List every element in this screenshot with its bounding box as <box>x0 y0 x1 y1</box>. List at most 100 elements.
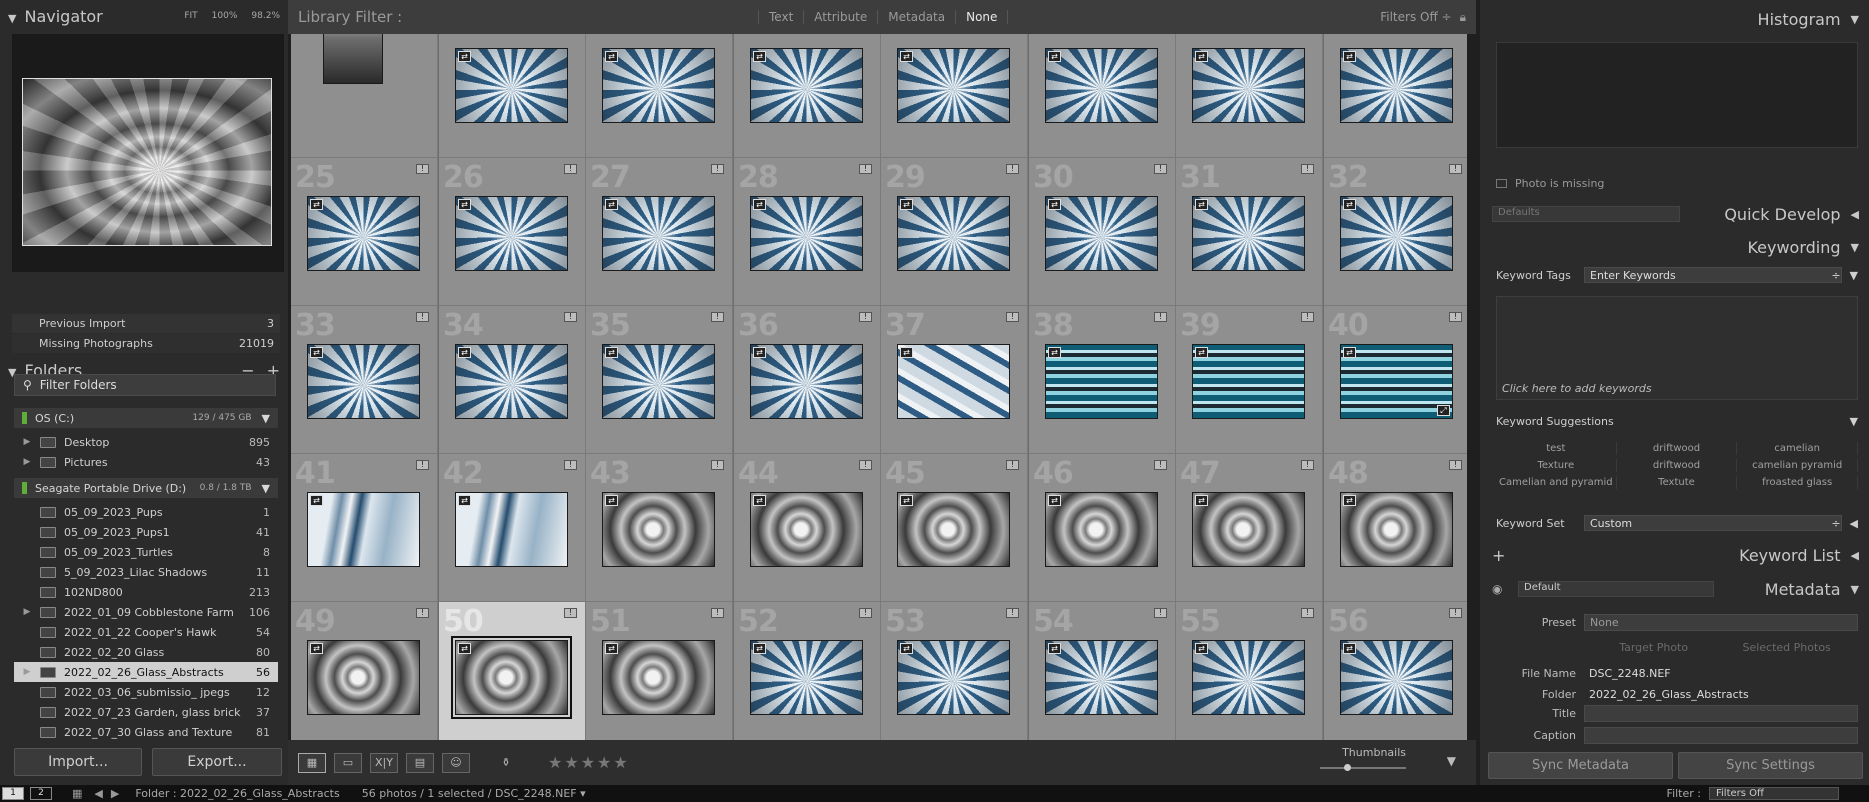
grid-cell[interactable]: 34! ⇄ <box>439 306 586 454</box>
status-filter-select[interactable]: Filters Off <box>1709 787 1839 800</box>
virtual-copy-icon[interactable]: ⇄ <box>900 495 913 506</box>
virtual-copy-icon[interactable]: ⇄ <box>1195 51 1208 62</box>
title-field[interactable] <box>1584 704 1858 722</box>
virtual-copy-icon[interactable]: ⇄ <box>458 643 471 654</box>
folder-item[interactable]: 5_09_2023_Lilac Shadows 11 <box>14 562 278 582</box>
virtual-copy-icon[interactable]: ⇄ <box>1048 347 1061 358</box>
virtual-copy-icon[interactable]: ⇄ <box>310 199 323 210</box>
grid-cell[interactable]: 29! ⇄ <box>881 158 1028 306</box>
grid-cell[interactable]: !⇄ <box>439 34 586 158</box>
photo-thumbnail[interactable]: ⇄ <box>1045 196 1158 271</box>
chevron-down-icon[interactable]: ▼ <box>262 412 270 425</box>
keywording-header[interactable]: Keywording ▼ <box>1480 232 1869 262</box>
metadata-warning-icon[interactable]: ! <box>1006 312 1019 322</box>
photo-thumbnail[interactable]: ⇄ <box>1340 48 1453 123</box>
folder-item[interactable]: 05_09_2023_Pups1 41 <box>14 522 278 542</box>
virtual-copy-icon[interactable]: ⇄ <box>458 347 471 358</box>
loupe-view-icon[interactable]: ▭ <box>334 752 362 773</box>
virtual-copy-icon[interactable]: ⇄ <box>900 199 913 210</box>
virtual-copy-icon[interactable]: ⇄ <box>310 495 323 506</box>
collapse-triangle-icon[interactable]: ▼ <box>1851 583 1859 596</box>
metadata-warning-icon[interactable]: ! <box>1154 312 1167 322</box>
rating-stars[interactable]: ★★★★★ <box>548 753 630 772</box>
photo-thumbnail[interactable]: ⇄ <box>1192 48 1305 123</box>
collapse-triangle-icon[interactable]: ◀ <box>1851 208 1859 221</box>
status-summary[interactable]: 56 photos / 1 selected / DSC_2248.NEF ▾ <box>362 787 586 800</box>
keyword-suggestion[interactable]: Textute <box>1617 476 1738 489</box>
virtual-copy-icon[interactable]: ⇄ <box>1195 347 1208 358</box>
crop-badge-icon[interactable]: ⤢ <box>1437 405 1450 416</box>
metadata-warning-icon[interactable]: ! <box>1301 164 1314 174</box>
grid-cell[interactable]: 36! ⇄ <box>734 306 881 454</box>
grid-cell[interactable]: 35! ⇄ <box>586 306 733 454</box>
navigator-preview[interactable] <box>12 34 284 272</box>
keyword-suggestions-row[interactable]: Keyword Suggestions ▼ <box>1496 409 1858 433</box>
grid-cell[interactable]: 53! ⇄ <box>881 602 1028 740</box>
keyword-set-select[interactable]: Custom ÷ <box>1584 515 1842 531</box>
folder-item[interactable]: ▶ 2022_02_26_Glass_Abstracts 56 <box>14 662 278 682</box>
expand-triangle-icon[interactable]: ▶ <box>20 457 34 467</box>
grid-cell[interactable]: 38! ⇄ <box>1029 306 1176 454</box>
virtual-copy-icon[interactable]: ⇄ <box>1048 199 1061 210</box>
grid-cell[interactable]: 49! ⇄ <box>291 602 438 740</box>
metadata-warning-icon[interactable]: ! <box>1006 460 1019 470</box>
photo-thumbnail[interactable]: ⇄ <box>897 640 1010 715</box>
grid-cell[interactable]: 47! ⇄ <box>1176 454 1323 602</box>
photo-thumbnail[interactable]: ⇄ <box>750 48 863 123</box>
photo-thumbnail[interactable]: ⇄ <box>602 492 715 567</box>
virtual-copy-icon[interactable]: ⇄ <box>753 643 766 654</box>
toolbar-menu-chevron-icon[interactable]: ▼ <box>1447 754 1456 768</box>
photo-thumbnail[interactable]: ⇄ <box>307 640 420 715</box>
grid-cell[interactable]: 28! ⇄ <box>734 158 881 306</box>
expand-triangle-icon[interactable]: ▶ <box>20 437 34 447</box>
keyword-suggestion[interactable]: driftwood <box>1617 459 1738 472</box>
zoom-fit[interactable]: FIT <box>184 11 197 21</box>
photo-thumbnail[interactable]: ⇄ <box>897 344 1010 419</box>
grid-cell[interactable]: 46! ⇄ <box>1029 454 1176 602</box>
preset-select[interactable]: None <box>1584 613 1858 631</box>
grid-cell[interactable]: !⇄ <box>1176 34 1323 158</box>
virtual-copy-icon[interactable]: ⇄ <box>1195 643 1208 654</box>
lock-icon[interactable]: 🔒︎ <box>1460 10 1466 25</box>
grid-cell[interactable]: 54! ⇄ <box>1029 602 1176 740</box>
grid-cell[interactable]: 41! ⇄ <box>291 454 438 602</box>
metadata-warning-icon[interactable]: ! <box>1301 608 1314 618</box>
virtual-copy-icon[interactable]: ⇄ <box>310 347 323 358</box>
metadata-view-select[interactable]: Default <box>1518 581 1714 597</box>
photo-thumbnail[interactable]: ⇄ <box>455 344 568 419</box>
metadata-warning-icon[interactable]: ! <box>1006 608 1019 618</box>
folder-item[interactable]: 2022_07_30 Glass and Texture 81 <box>14 722 278 742</box>
keyword-suggestion[interactable]: camelian <box>1737 442 1858 455</box>
filter-folders-input[interactable]: ⚲ Filter Folders <box>14 374 276 396</box>
compare-view-icon[interactable]: X|Y <box>370 752 398 773</box>
photo-thumbnail[interactable]: ⇄ <box>602 640 715 715</box>
photo-thumbnail[interactable]: ⇄ <box>455 48 568 123</box>
keyword-suggestion[interactable]: camelian pyramid <box>1737 459 1858 472</box>
monitor-1-button[interactable]: 1 <box>2 787 24 800</box>
catalog-previous-import[interactable]: Previous Import 3 <box>12 314 280 333</box>
filter-text[interactable]: Text <box>758 10 803 24</box>
metadata-warning-icon[interactable]: ! <box>711 312 724 322</box>
photo-thumbnail[interactable]: ⇄ <box>750 640 863 715</box>
metadata-warning-icon[interactable]: ! <box>859 312 872 322</box>
spray-can-icon[interactable]: ⚱ <box>492 753 520 773</box>
keyword-suggestion[interactable]: Texture <box>1496 459 1617 472</box>
folder-pictures[interactable]: ▶ Pictures 43 <box>14 452 278 472</box>
metadata-warning-icon[interactable]: ! <box>1154 608 1167 618</box>
grid-cell[interactable]: !⇄ <box>734 34 881 158</box>
keyword-suggestion[interactable]: test <box>1496 442 1617 455</box>
filter-attribute[interactable]: Attribute <box>803 10 877 24</box>
folder-value[interactable]: 2022_02_26_Glass_Abstracts <box>1584 686 1858 703</box>
virtual-copy-icon[interactable]: ⇄ <box>1195 495 1208 506</box>
folder-item[interactable]: 2022_01_22 Cooper's Hawk 54 <box>14 622 278 642</box>
photo-thumbnail[interactable]: ⇄ <box>1340 196 1453 271</box>
filter-metadata[interactable]: Metadata <box>877 10 955 24</box>
virtual-copy-icon[interactable]: ⇄ <box>1343 495 1356 506</box>
volume-seagate-d[interactable]: Seagate Portable Drive (D:) 0.8 / 1.8 TB… <box>14 478 278 498</box>
people-view-icon[interactable]: ☺ <box>442 752 470 773</box>
folder-item[interactable]: 2022_03_06_submissio_ jpegs 12 <box>14 682 278 702</box>
photo-thumbnail[interactable]: ⇄ <box>1192 196 1305 271</box>
virtual-copy-icon[interactable]: ⇄ <box>458 495 471 506</box>
virtual-copy-icon[interactable]: ⇄ <box>1048 495 1061 506</box>
target-photo-button[interactable]: Target Photo <box>1619 641 1688 654</box>
